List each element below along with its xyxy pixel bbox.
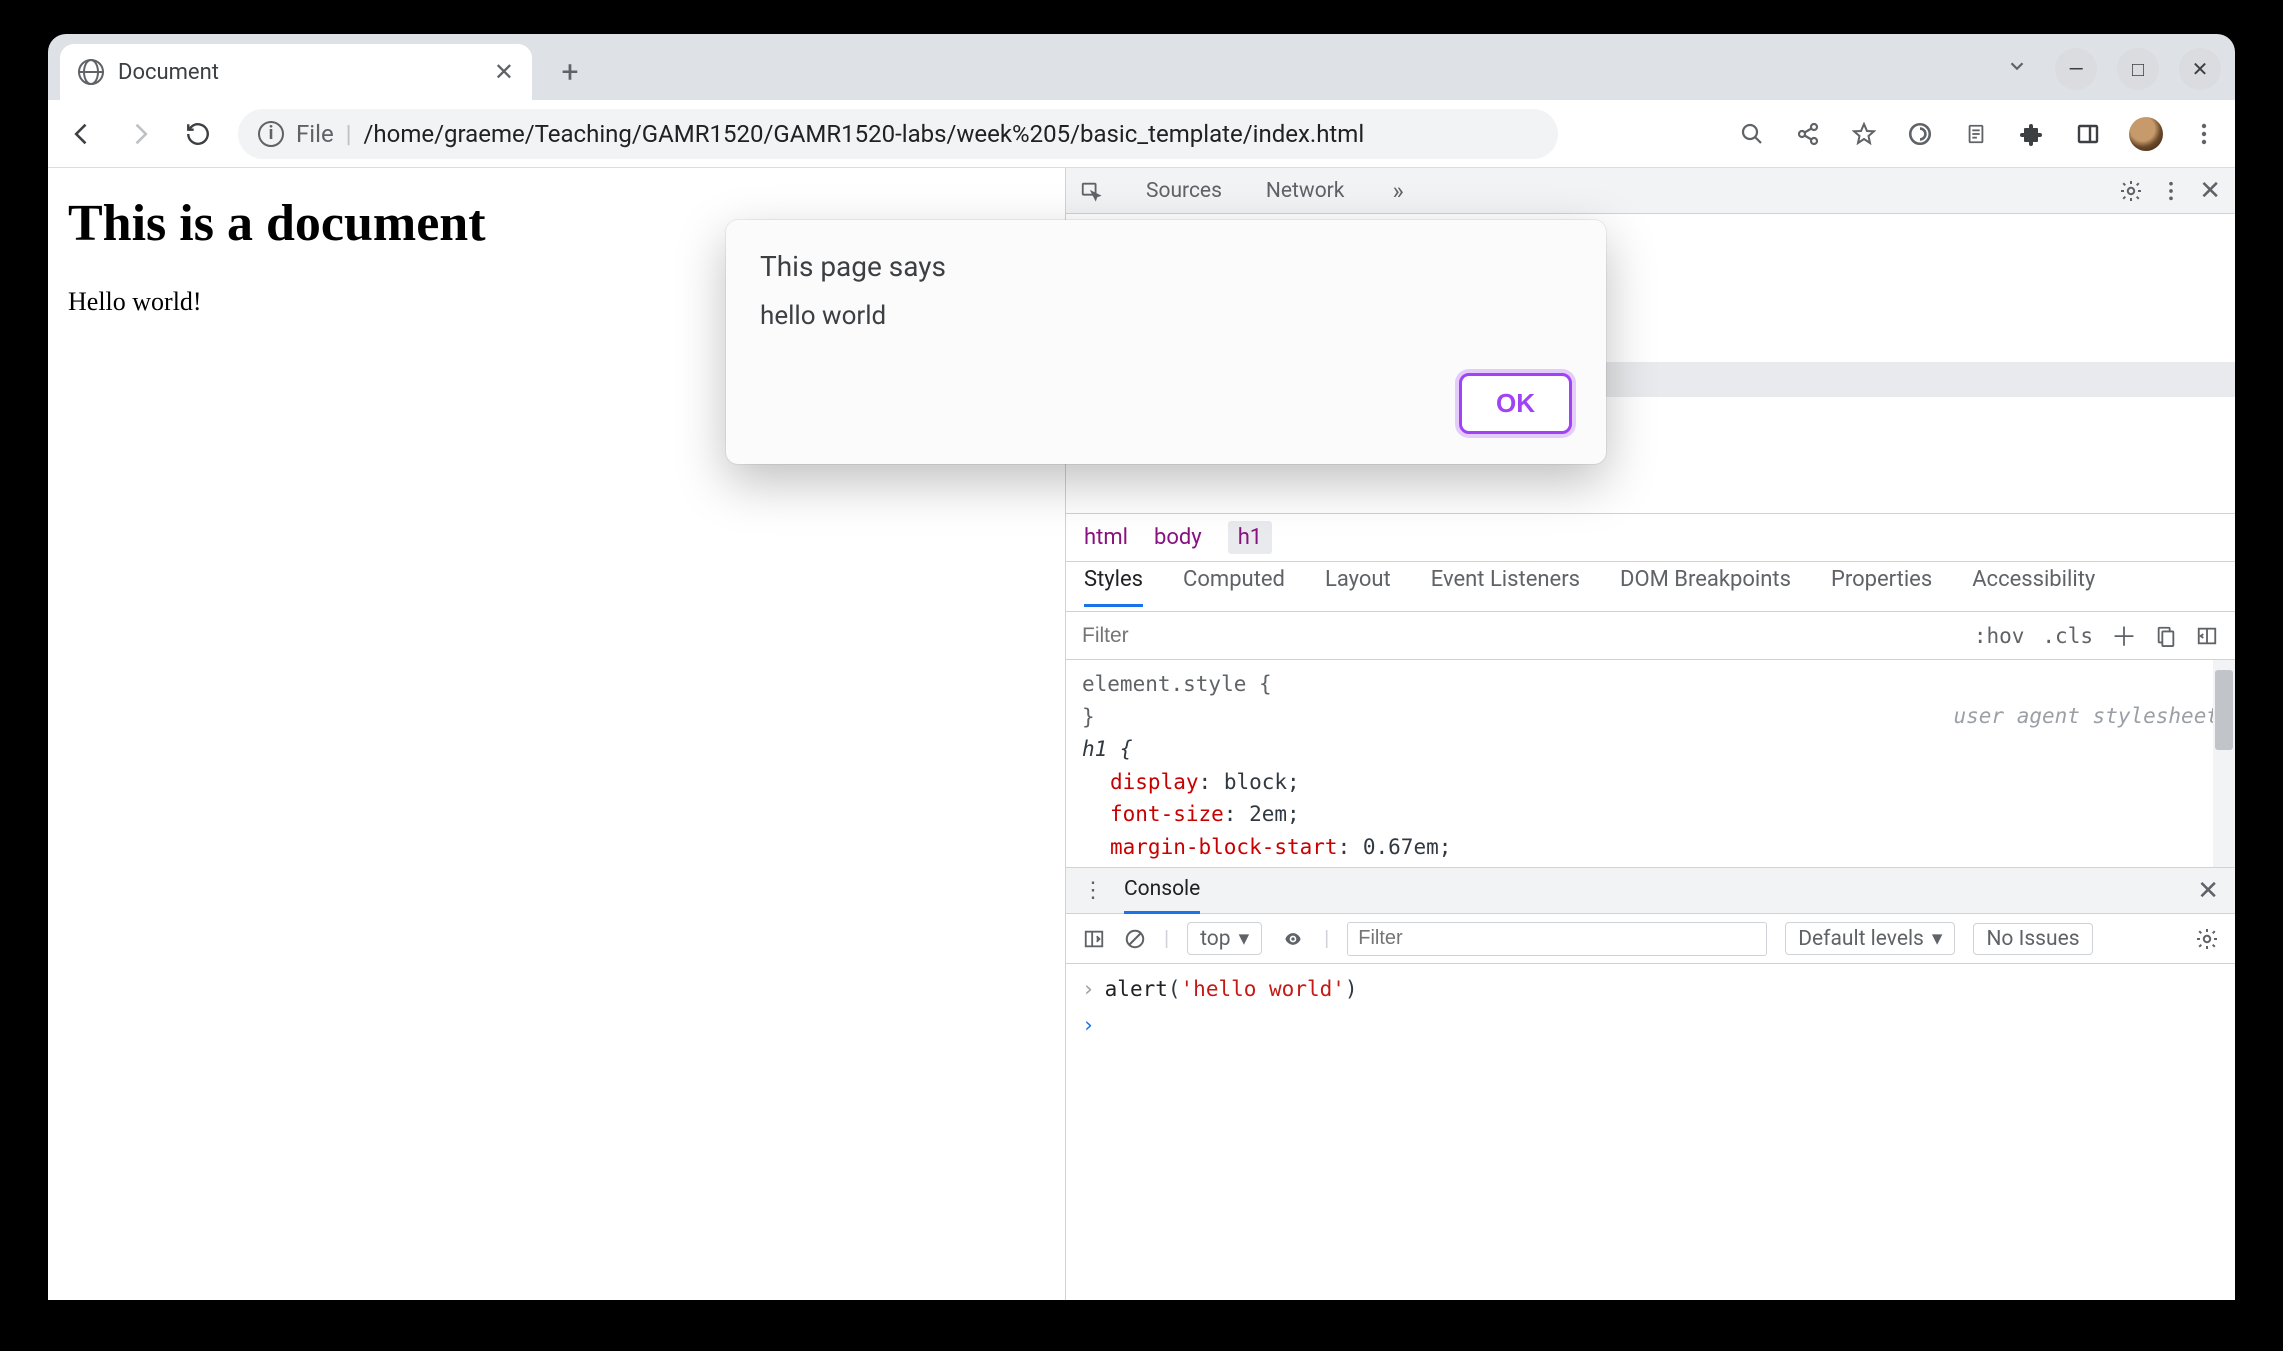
browser-window: Document ✕ + — □ ✕ i File | /home/graeme… <box>48 34 2235 1300</box>
breadcrumb-body[interactable]: body <box>1154 525 1202 550</box>
styles-filter-bar: :hov .cls ＋ <box>1066 612 2235 660</box>
new-tab-button[interactable]: + <box>548 50 592 94</box>
css-val: 2em <box>1249 802 1287 826</box>
console-line: ›alert('hello world') <box>1082 972 2219 1008</box>
back-button[interactable] <box>64 116 100 152</box>
subtab-dom-breakpoints[interactable]: DOM Breakpoints <box>1620 567 1791 607</box>
console-sidebar-toggle-icon[interactable] <box>1082 928 1106 950</box>
subtab-properties[interactable]: Properties <box>1831 567 1932 607</box>
computed-toggle-icon[interactable] <box>2195 625 2219 647</box>
alert-title: This page says <box>760 250 1572 283</box>
tabs-dropdown-icon[interactable] <box>1999 48 2035 84</box>
devtools-close-icon[interactable]: ✕ <box>2199 176 2221 206</box>
devtools-tab-overflow-icon[interactable]: » <box>1392 177 1403 205</box>
tab-title: Document <box>118 60 480 85</box>
extension-circle-icon[interactable] <box>1905 119 1935 149</box>
devtools-tab-sources[interactable]: Sources <box>1146 179 1222 203</box>
console-settings-gear-icon[interactable] <box>2195 927 2219 951</box>
console-live-expression-icon[interactable] <box>1280 929 1306 949</box>
tab-strip: Document ✕ + — □ ✕ <box>48 34 2235 100</box>
bookmark-star-icon[interactable] <box>1849 119 1879 149</box>
subtab-layout[interactable]: Layout <box>1325 567 1391 607</box>
window-close-button[interactable]: ✕ <box>2179 48 2221 90</box>
breadcrumb-html[interactable]: html <box>1084 525 1128 550</box>
css-val: 0.67em <box>1363 835 1439 859</box>
console-body[interactable]: ›alert('hello world') › <box>1066 964 2235 1300</box>
console-clear-icon[interactable] <box>1124 928 1146 950</box>
console-no-issues[interactable]: No Issues <box>1973 923 2092 955</box>
toolbar: i File | /home/graeme/Teaching/GAMR1520/… <box>48 100 2235 168</box>
subtab-accessibility[interactable]: Accessibility <box>1972 567 2095 607</box>
cls-toggle[interactable]: .cls <box>2042 624 2093 648</box>
console-tab-label[interactable]: Console <box>1124 877 1200 914</box>
styles-subtabs: Styles Computed Layout Event Listeners D… <box>1066 562 2235 612</box>
kebab-menu-icon[interactable] <box>2189 119 2219 149</box>
profile-avatar[interactable] <box>2129 117 2163 151</box>
styles-filter-input[interactable] <box>1082 624 1956 648</box>
subtab-event-listeners[interactable]: Event Listeners <box>1431 567 1580 607</box>
subtab-styles[interactable]: Styles <box>1084 567 1143 607</box>
toolbar-icons <box>1737 117 2219 151</box>
tab-document[interactable]: Document ✕ <box>60 44 532 100</box>
console-context-selector[interactable]: top▾ <box>1187 922 1262 955</box>
h1-selector-open: h1 { <box>1082 733 2219 766</box>
styles-pane[interactable]: element.style { } h1 { user agent styles… <box>1066 660 2235 868</box>
console-close-icon[interactable]: ✕ <box>2197 876 2219 906</box>
user-agent-stylesheet-label: user agent stylesheet <box>1953 700 2219 733</box>
reload-button[interactable] <box>180 116 216 152</box>
reading-list-icon[interactable] <box>1961 119 1991 149</box>
element-style-open: element.style { <box>1082 668 2219 701</box>
address-bar[interactable]: i File | /home/graeme/Teaching/GAMR1520/… <box>238 109 1558 159</box>
hov-toggle[interactable]: :hov <box>1974 624 2025 648</box>
share-icon[interactable] <box>1793 119 1823 149</box>
breadcrumb-h1[interactable]: h1 <box>1228 521 1272 554</box>
sidepanel-icon[interactable] <box>2073 119 2103 149</box>
new-style-rule-icon[interactable]: ＋ <box>2111 617 2137 654</box>
console-drawer-header: ⋮ Console ✕ <box>1066 868 2235 914</box>
site-info-icon[interactable]: i <box>258 121 284 147</box>
styles-scrollbar[interactable] <box>2213 660 2235 867</box>
tab-close-icon[interactable]: ✕ <box>494 60 514 84</box>
css-prop: display <box>1110 770 1199 794</box>
url-scheme: File <box>296 120 334 148</box>
console-levels-selector[interactable]: Default levels▾ <box>1785 922 1955 955</box>
css-prop: margin-block-end <box>1110 867 1312 868</box>
devtools-inspect-icon[interactable] <box>1080 180 1102 202</box>
globe-icon <box>78 59 104 85</box>
alert-message: hello world <box>760 301 1572 331</box>
search-icon[interactable] <box>1737 119 1767 149</box>
window-controls: — □ ✕ <box>1999 48 2221 90</box>
css-val: 0.67em <box>1338 867 1414 868</box>
window-minimize-button[interactable]: — <box>2055 48 2097 90</box>
url-path: /home/graeme/Teaching/GAMR1520/GAMR1520-… <box>364 120 1365 148</box>
alert-ok-button[interactable]: OK <box>1459 373 1572 434</box>
console-toolbar: | top▾ | Default levels▾ No Issues <box>1066 914 2235 964</box>
window-maximize-button[interactable]: □ <box>2117 48 2159 90</box>
css-val: block <box>1224 770 1287 794</box>
url-separator: | <box>346 120 352 148</box>
css-prop: font-size <box>1110 802 1224 826</box>
print-media-icon[interactable] <box>2155 625 2177 647</box>
devtools-tabbar: Sources Network » ✕ <box>1066 168 2235 214</box>
console-kebab-icon[interactable]: ⋮ <box>1082 878 1104 903</box>
forward-button[interactable] <box>122 116 158 152</box>
extensions-puzzle-icon[interactable] <box>2017 119 2047 149</box>
subtab-computed[interactable]: Computed <box>1183 567 1285 607</box>
alert-dialog: This page says hello world OK <box>726 220 1606 464</box>
devtools-kebab-icon[interactable] <box>2167 180 2175 202</box>
elements-breadcrumb: html body h1 <box>1066 514 2235 562</box>
devtools-gear-icon[interactable] <box>2119 179 2143 203</box>
console-filter-input[interactable] <box>1347 922 1767 956</box>
devtools-tab-network[interactable]: Network <box>1266 179 1345 203</box>
css-prop: margin-block-start <box>1110 835 1338 859</box>
console-prompt[interactable]: › <box>1082 1008 2219 1044</box>
